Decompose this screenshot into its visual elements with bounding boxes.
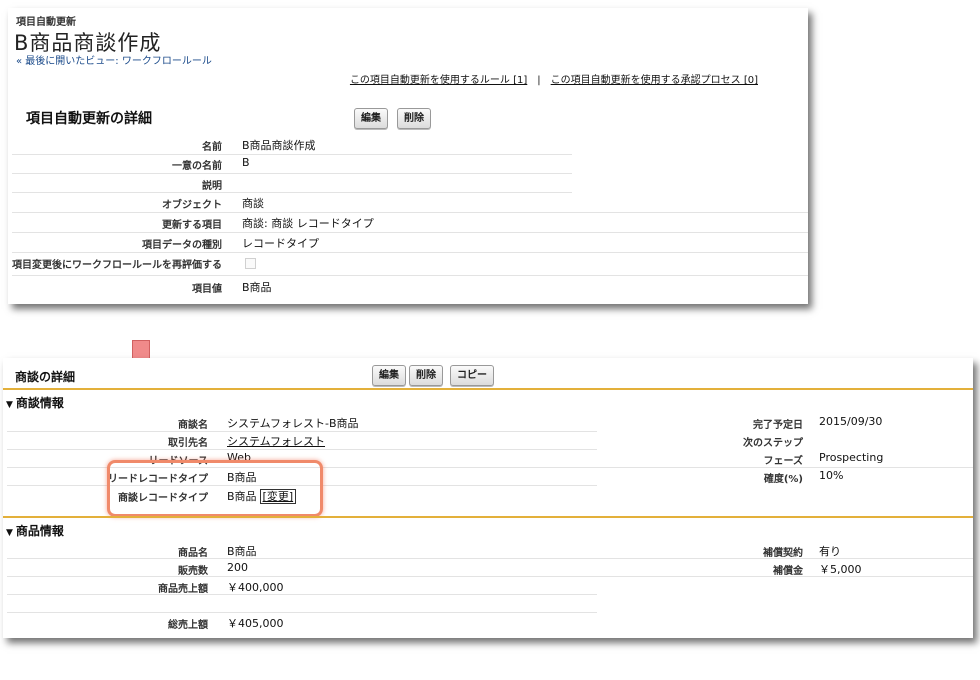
approvals-using-link[interactable]: この項目自動更新を使用する承認プロセス [0] <box>551 75 758 86</box>
label-account-name: 取引先名 <box>168 438 208 449</box>
section-divider <box>3 516 973 518</box>
detail-section-heading: 項目自動更新の詳細 <box>26 111 152 127</box>
section-title: 商談情報 <box>15 396 64 410</box>
value-product-revenue: ￥400,000 <box>227 581 284 594</box>
label-product-revenue: 商品売上額 <box>158 584 208 595</box>
value-stage: Prospecting <box>819 451 884 464</box>
row-divider <box>7 612 597 613</box>
label-product-name: 商品名 <box>178 548 208 559</box>
field-update-panel: 項目自動更新 B商品商談作成 « 最後に開いたビュー: ワークフロールール この… <box>8 8 808 304</box>
row-divider <box>12 173 572 174</box>
value-opportunity-name: システムフォレスト-B商品 <box>227 417 359 430</box>
row-divider <box>7 594 597 595</box>
value-warranty-fee: ￥5,000 <box>819 563 862 576</box>
value-total-revenue: ￥405,000 <box>227 617 284 630</box>
value-close-date: 2015/09/30 <box>819 415 883 428</box>
field-value-field-to-update: 商談: 商談 レコードタイプ <box>242 217 374 230</box>
delete-button[interactable]: 削除 <box>397 108 431 129</box>
row-divider <box>12 212 808 213</box>
section-title: 商品情報 <box>15 524 64 538</box>
collapse-triangle-icon: ▼ <box>6 528 13 538</box>
opportunity-copy-button[interactable]: コピー <box>450 365 494 386</box>
reevaluate-checkbox <box>245 258 256 269</box>
opportunity-delete-button[interactable]: 削除 <box>409 365 443 386</box>
row-divider <box>7 431 597 432</box>
section-divider <box>3 388 973 390</box>
label-probability: 確度(%) <box>763 474 803 485</box>
field-value-name: B商品商談作成 <box>242 139 316 152</box>
link-separator: | <box>537 75 541 86</box>
value-probability: 10% <box>819 469 844 482</box>
edit-button[interactable]: 編集 <box>354 108 388 129</box>
label-next-step: 次のステップ <box>743 438 803 449</box>
label-warranty-fee: 補償金 <box>773 566 803 577</box>
row-divider <box>12 192 572 193</box>
field-label-field-to-update: 更新する項目 <box>162 220 222 231</box>
field-label-object: オブジェクト <box>162 200 222 211</box>
label-stage: フェーズ <box>763 456 804 467</box>
opportunity-detail-panel: 商談の詳細 編集 削除 コピー ▼ 商談情報 商談名 システムフォレスト-B商品 … <box>3 358 973 638</box>
value-quantity: 200 <box>227 561 248 574</box>
opportunity-edit-button[interactable]: 編集 <box>372 365 406 386</box>
field-value-object: 商談 <box>242 197 264 210</box>
field-label-reevaluate: 項目変更後にワークフロールールを再評価する <box>12 260 222 271</box>
row-divider <box>12 275 808 276</box>
label-opportunity-name: 商談名 <box>178 420 208 431</box>
field-label-description: 説明 <box>202 181 222 192</box>
back-to-list-link[interactable]: « 最後に開いたビュー: ワークフロールール <box>16 52 212 67</box>
row-divider <box>7 449 597 450</box>
row-divider <box>12 232 808 233</box>
value-warranty-contract: 有り <box>819 545 841 558</box>
field-label-unique-name: 一意の名前 <box>172 161 222 172</box>
row-divider <box>12 252 808 253</box>
field-label-data-type: 項目データの種別 <box>142 240 222 251</box>
label-total-revenue: 総売上額 <box>168 620 208 631</box>
field-label-name: 名前 <box>202 142 222 153</box>
opportunity-detail-heading: 商談の詳細 <box>15 370 76 384</box>
field-value-value: B商品 <box>242 281 272 294</box>
account-name-link[interactable]: システムフォレスト <box>227 433 325 449</box>
section-header-product-info[interactable]: ▼ 商品情報 <box>6 522 64 539</box>
field-label-value: 項目値 <box>192 284 222 295</box>
section-header-opportunity-info[interactable]: ▼ 商談情報 <box>6 394 64 411</box>
page-caption: 項目自動更新 <box>16 17 76 28</box>
value-product-name: B商品 <box>227 545 257 558</box>
label-quantity: 販売数 <box>178 566 208 577</box>
field-value-unique-name: B <box>242 156 250 169</box>
collapse-triangle-icon: ▼ <box>6 400 13 410</box>
highlight-record-types-box <box>107 460 323 517</box>
rules-using-link[interactable]: この項目自動更新を使用するルール [1] <box>350 75 527 86</box>
field-value-data-type: レコードタイプ <box>242 237 319 250</box>
related-links: この項目自動更新を使用するルール [1] | この項目自動更新を使用する承認プロセス… <box>350 71 758 86</box>
row-divider <box>12 154 572 155</box>
label-close-date: 完了予定日 <box>753 420 803 431</box>
label-warranty-contract: 補償契約 <box>763 548 803 559</box>
